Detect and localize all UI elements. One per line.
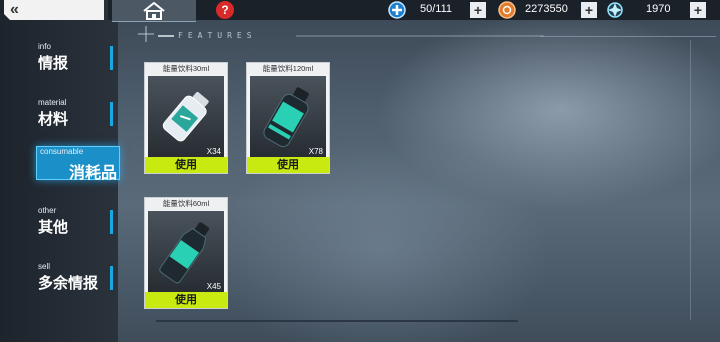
item-quantity: X34 — [206, 147, 221, 156]
energy-drink-small-icon — [162, 91, 209, 142]
energy-gem-icon — [607, 2, 623, 18]
home-button[interactable] — [112, 0, 196, 22]
decor-line — [540, 36, 716, 37]
item-card[interactable]: 能量饮料30ml X34 使用 — [144, 62, 228, 174]
item-image — [250, 76, 326, 158]
sidebar-item-label: 情报 — [38, 55, 69, 72]
add-coin-button[interactable]: + — [581, 2, 597, 18]
item-image — [148, 211, 224, 293]
sidebar-item-consumable[interactable]: consumable 消耗品 — [36, 146, 120, 182]
decor-vertical-line — [690, 40, 691, 320]
add-stamina-button[interactable]: + — [470, 2, 486, 18]
item-image — [148, 76, 224, 158]
scrollbar-track[interactable] — [156, 320, 518, 322]
item-quantity: X78 — [308, 147, 323, 156]
sidebar-item-other[interactable]: other 其他 — [0, 206, 118, 246]
sidebar-item-label: 材料 — [38, 111, 69, 128]
use-button[interactable]: 使用 — [247, 157, 329, 173]
sidebar-item-en-label: material — [38, 98, 67, 107]
sidebar-item-indicator — [110, 210, 113, 234]
gear-coin-icon — [498, 1, 516, 19]
help-icon[interactable]: ? — [216, 1, 234, 19]
sidebar-item-en-label: sell — [38, 262, 51, 271]
item-quantity: X45 — [206, 282, 221, 291]
home-icon — [143, 2, 165, 20]
energy-drink-medium-icon — [159, 222, 210, 284]
item-name: 能量饮料120ml — [247, 63, 329, 75]
back-button[interactable]: « — [4, 0, 104, 20]
sidebar-item-en-label: info — [38, 42, 51, 51]
sidebar-item-label: 消耗品 — [69, 165, 118, 182]
coin-value: 2273550 — [525, 3, 568, 15]
sidebar-item-label: 其他 — [38, 219, 69, 236]
use-button[interactable]: 使用 — [145, 157, 227, 173]
sidebar-item-label: 多余情报 — [38, 275, 99, 292]
sidebar-item-material[interactable]: material 材料 — [0, 98, 118, 138]
top-bar — [108, 0, 720, 20]
item-card[interactable]: 能量饮料120ml X78 使用 — [246, 62, 330, 174]
energy-drink-large-icon — [263, 87, 309, 148]
item-card[interactable]: 能量饮料60ml X45 使用 — [144, 197, 228, 309]
gem-value: 1970 — [646, 3, 671, 15]
sidebar-item-info[interactable]: info 情报 — [0, 42, 118, 82]
sidebar-item-indicator — [110, 46, 113, 70]
item-name: 能量饮料30ml — [145, 63, 227, 75]
sidebar-item-en-label: consumable — [40, 147, 84, 156]
features-label: FEATURES — [178, 31, 257, 40]
item-name: 能量饮料60ml — [145, 198, 227, 210]
sidebar-item-indicator — [110, 102, 113, 126]
stamina-value: 50/111 — [420, 3, 453, 15]
sidebar-item-en-label: other — [38, 206, 57, 215]
sidebar-item-indicator — [110, 266, 113, 290]
plus-circle-icon — [388, 1, 406, 19]
add-gem-button[interactable]: + — [690, 2, 706, 18]
double-chevron-left-icon: « — [10, 1, 19, 18]
sidebar-item-sell[interactable]: sell 多余情报 — [0, 262, 118, 302]
use-button[interactable]: 使用 — [145, 292, 227, 308]
